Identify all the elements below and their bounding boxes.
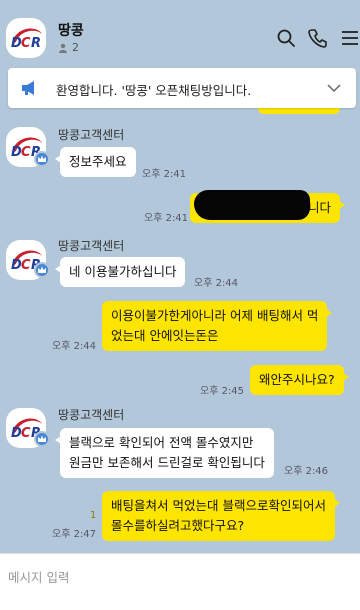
message-bubble-outgoing[interactable]: 배팅을쳐서 먹었는대 블랙으로확인되어서 몰수를하실려고했다구요? [102, 491, 340, 541]
message-time: 오후 2:45 [200, 386, 245, 397]
message-line: 몰수를하실려고했다구요? [111, 518, 245, 533]
room-title: 땅콩 [58, 23, 84, 39]
sender-name: 땅콩고객센터 [58, 239, 125, 253]
crown-badge-icon [34, 431, 50, 447]
dot-logo-icon: D C R [11, 28, 42, 51]
notice-text: 환영합니다. '땅콩' 오픈채팅방입니다. [56, 83, 252, 98]
message-input[interactable] [8, 566, 348, 588]
message-line: 블랙으로 확인되어 전액 몰수였지만 [69, 435, 254, 450]
message-bubble-incoming[interactable]: 블랙으로 확인되어 전액 몰수였지만 원금만 보존해서 드린걸로 확인됩니다 [55, 428, 274, 478]
room-avatar[interactable]: D C R [6, 18, 46, 58]
crown-badge-icon [34, 151, 50, 167]
message-input-bar [0, 553, 360, 610]
unread-count: 1 [90, 510, 97, 521]
message-time: 오후 2:41 [142, 169, 187, 180]
message-line: 이용이불가한게아니라 어제 배팅해서 먹 [111, 308, 319, 323]
member-count[interactable]: 2 [58, 41, 79, 54]
message-bubble-outgoing[interactable]: 이용이불가한게아니라 어제 배팅해서 먹 었는대 안에잇는돈은 [102, 301, 333, 351]
menu-icon[interactable] [340, 28, 360, 48]
sender-name: 땅콩고객센터 [58, 408, 125, 422]
crown-badge-icon [34, 262, 50, 278]
message-time: 오후 2:41 [144, 213, 189, 224]
chat-header: D C R 땅콩 2 [0, 0, 360, 62]
message-time: 오후 2:44 [52, 341, 97, 352]
member-count-value: 2 [72, 41, 79, 54]
svg-text:C: C [21, 426, 31, 441]
message-text: 니다 [307, 200, 331, 215]
message-bubble-incoming[interactable]: 정보주세요 [55, 147, 136, 177]
person-icon [59, 43, 67, 53]
message-line: 원금만 보존해서 드린걸로 확인됩니다 [69, 455, 265, 470]
message-bubble-incoming[interactable]: 네 이용불가하십니다 [54, 257, 186, 287]
svg-text:C: C [21, 36, 31, 51]
message-time: 오후 2:44 [194, 278, 239, 289]
message-bubble-outgoing[interactable]: 왜안주시나요? [250, 365, 349, 395]
megaphone-icon [20, 80, 38, 96]
redaction-mark [194, 190, 310, 220]
sender-name: 땅콩고객센터 [58, 128, 125, 142]
svg-text:C: C [21, 145, 31, 160]
message-line: 배팅을쳐서 먹었는대 블랙으로확인되어서 [111, 498, 326, 513]
phone-icon[interactable] [308, 28, 328, 48]
message-time: 오후 2:47 [52, 529, 97, 540]
notice-banner[interactable]: 환영합니다. '땅콩' 오픈채팅방입니다. [8, 68, 356, 108]
search-icon[interactable] [276, 28, 296, 48]
svg-text:C: C [21, 258, 31, 273]
svg-text:R: R [31, 36, 41, 51]
message-time: 오후 2:46 [284, 466, 329, 477]
partial-bubble [258, 108, 340, 114]
chevron-down-icon[interactable] [326, 80, 342, 96]
message-line: 었는대 안에잇는돈은 [111, 328, 219, 343]
